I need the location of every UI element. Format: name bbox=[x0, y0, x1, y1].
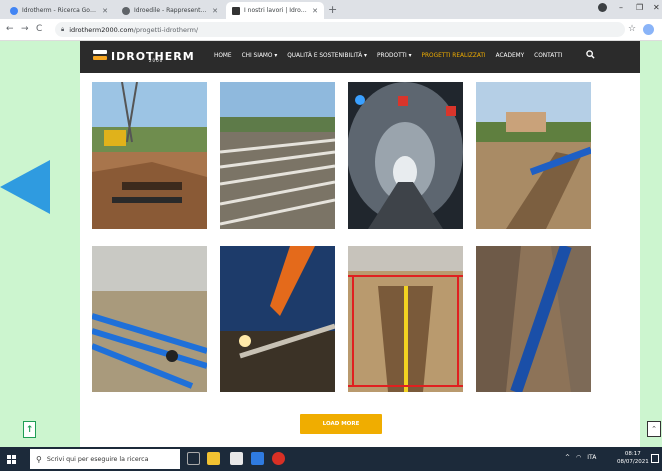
browser-tab-idroedile[interactable]: Idroedile - Rappresentanze di pr ✕ bbox=[116, 2, 224, 19]
site-logo[interactable]: IDROTHERM bbox=[93, 49, 195, 63]
search-icon[interactable] bbox=[586, 50, 595, 59]
chrome-icon[interactable] bbox=[272, 452, 285, 465]
windows-taskbar: ⚲ Scrivi qui per eseguire la ricerca ^ ◠… bbox=[0, 447, 662, 471]
taskbar-search-input[interactable]: ⚲ Scrivi qui per eseguire la ricerca bbox=[30, 449, 180, 469]
logo-subtext: 2000 bbox=[149, 58, 164, 63]
nav-item-home[interactable]: HOME bbox=[214, 53, 232, 59]
tab-label: I nostri lavori | Idrotherm2000.cc bbox=[244, 7, 308, 14]
language-indicator[interactable]: ITA bbox=[587, 454, 596, 461]
load-more-button[interactable]: LOAD MORE bbox=[300, 414, 382, 434]
close-icon[interactable]: ✕ bbox=[212, 7, 218, 15]
gallery-image-7[interactable] bbox=[348, 246, 463, 392]
system-tray: ^ ◠ ITA bbox=[565, 454, 596, 461]
browser-tab-active[interactable]: I nostri lavori | Idrotherm2000.cc ✕ bbox=[226, 2, 324, 19]
tab-label: Idroedile - Rappresentanze di pr bbox=[134, 7, 208, 14]
browser-profile-icon[interactable] bbox=[598, 3, 607, 12]
logo-mark-icon bbox=[93, 49, 107, 63]
notification-icon[interactable] bbox=[651, 454, 659, 463]
avatar[interactable] bbox=[643, 24, 654, 35]
search-placeholder: Scrivi qui per eseguire la ricerca bbox=[46, 455, 149, 463]
site-icon bbox=[232, 6, 240, 15]
browser-tab-google[interactable]: Idrotherm - Ricerca Google ✕ bbox=[4, 2, 114, 19]
nav-item-qualita[interactable]: QUALITÀ E SOSTENIBILITÀ ▾ bbox=[287, 53, 367, 59]
task-view-icon[interactable] bbox=[187, 452, 200, 465]
maximize-icon[interactable]: ❐ bbox=[636, 3, 643, 12]
gallery-image-1[interactable] bbox=[92, 82, 207, 229]
close-icon[interactable]: ✕ bbox=[312, 7, 318, 15]
clock-time: 08:17 bbox=[624, 451, 641, 457]
bookmark-star-icon[interactable]: ☆ bbox=[628, 24, 636, 34]
address-bar: ← → C 🔒︎ idrotherm2000.com/progetti-idro… bbox=[0, 19, 662, 41]
gallery-image-6[interactable] bbox=[220, 246, 335, 392]
search-icon: ⚲ bbox=[36, 454, 42, 464]
site-header: IDROTHERM 2000 HOME CHI SIAMO ▾ QUALITÀ … bbox=[80, 41, 640, 73]
minimize-icon[interactable]: – bbox=[619, 3, 623, 12]
gallery-image-2[interactable] bbox=[220, 82, 335, 229]
back-icon[interactable]: ← bbox=[6, 24, 14, 34]
tray-chevron-icon[interactable]: ^ bbox=[565, 454, 570, 461]
nav-item-contatti[interactable]: CONTATTI bbox=[534, 53, 562, 59]
arrow-pointer-icon bbox=[0, 160, 50, 214]
url-host: idrotherm2000.com bbox=[69, 25, 134, 34]
main-nav: HOME CHI SIAMO ▾ QUALITÀ E SOSTENIBILITÀ… bbox=[214, 53, 562, 59]
left-margin-strip bbox=[0, 41, 80, 447]
outlook-icon[interactable] bbox=[251, 452, 264, 465]
network-icon[interactable]: ◠ bbox=[576, 454, 581, 461]
forward-icon[interactable]: → bbox=[21, 24, 29, 34]
browser-tab-bar: Idrotherm - Ricerca Google ✕ Idroedile -… bbox=[0, 0, 662, 19]
url-field[interactable]: 🔒︎ idrotherm2000.com/progetti-idrotherm/ bbox=[55, 22, 625, 37]
windows-start-icon[interactable] bbox=[7, 455, 16, 464]
lock-icon: 🔒︎ bbox=[61, 25, 65, 33]
tab-label: Idrotherm - Ricerca Google bbox=[22, 7, 99, 14]
chevron-up-icon[interactable]: ⌃ bbox=[647, 421, 661, 437]
gallery-image-4[interactable] bbox=[476, 82, 591, 229]
file-explorer-icon[interactable] bbox=[207, 452, 220, 465]
nav-item-prodotti[interactable]: PRODOTTI ▾ bbox=[377, 53, 412, 59]
globe-icon bbox=[122, 6, 130, 15]
taskbar-clock[interactable]: 08:17 08/07/2021 bbox=[617, 450, 649, 466]
close-window-icon[interactable]: ✕ bbox=[653, 3, 660, 12]
close-icon[interactable]: ✕ bbox=[102, 7, 108, 15]
nav-item-academy[interactable]: ACADEMY bbox=[496, 53, 525, 59]
clock-date: 08/07/2021 bbox=[617, 459, 649, 465]
reload-icon[interactable]: C bbox=[36, 24, 42, 34]
url-path: /progetti-idrotherm/ bbox=[133, 25, 199, 34]
gallery-image-3[interactable] bbox=[348, 82, 463, 229]
google-icon bbox=[10, 6, 18, 15]
gallery-image-5[interactable] bbox=[92, 246, 207, 392]
nav-item-progetti[interactable]: PROGETTI REALIZZATI bbox=[422, 53, 486, 59]
arrow-up-icon[interactable]: ↑ bbox=[23, 421, 36, 438]
nav-item-chi-siamo[interactable]: CHI SIAMO ▾ bbox=[242, 53, 278, 59]
new-tab-button[interactable]: + bbox=[328, 3, 337, 16]
store-icon[interactable] bbox=[230, 452, 243, 465]
right-margin-strip bbox=[640, 41, 662, 447]
gallery-image-8[interactable] bbox=[476, 246, 591, 392]
